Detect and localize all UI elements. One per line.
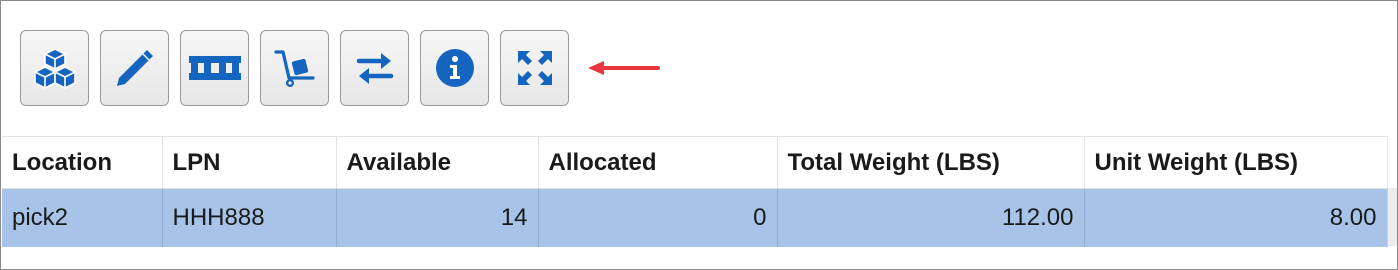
cell-location: pick2 [2, 188, 163, 247]
expand-arrows-icon [517, 51, 552, 85]
expand-button[interactable] [500, 30, 569, 106]
transfer-button[interactable] [340, 30, 409, 106]
annotation-arrow-icon [588, 61, 660, 75]
column-header-unit-weight[interactable]: Unit Weight (LBS) [1084, 136, 1388, 189]
cell-available: 14 [336, 188, 539, 247]
cubes-icon [33, 48, 76, 89]
column-header-available[interactable]: Available [336, 136, 539, 189]
table-row[interactable]: pick2 HHH888 14 0 112.00 8.00 [2, 188, 1388, 247]
inventory-button[interactable] [20, 30, 89, 106]
pallet-button[interactable] [180, 30, 249, 106]
pencil-icon [116, 50, 153, 86]
vertical-scrollbar[interactable] [1387, 188, 1397, 246]
info-circle-icon [435, 49, 474, 87]
cell-total-weight: 112.00 [777, 188, 1085, 247]
hand-truck-icon [273, 50, 315, 87]
cell-unit-weight: 8.00 [1084, 188, 1388, 247]
toolbar [20, 30, 569, 106]
inventory-grid: Location LPN Available Allocated Total W… [2, 136, 1388, 247]
pallet-icon [188, 56, 241, 80]
cell-lpn: HHH888 [162, 188, 337, 247]
column-header-lpn[interactable]: LPN [162, 136, 337, 189]
column-header-location[interactable]: Location [2, 136, 163, 189]
column-header-total-weight[interactable]: Total Weight (LBS) [777, 136, 1085, 189]
column-header-allocated[interactable]: Allocated [538, 136, 778, 189]
grid-header-row: Location LPN Available Allocated Total W… [2, 136, 1388, 189]
edit-button[interactable] [100, 30, 169, 106]
info-button[interactable] [420, 30, 489, 106]
hand-truck-button[interactable] [260, 30, 329, 106]
cell-allocated: 0 [538, 188, 778, 247]
exchange-arrows-icon [356, 53, 393, 84]
